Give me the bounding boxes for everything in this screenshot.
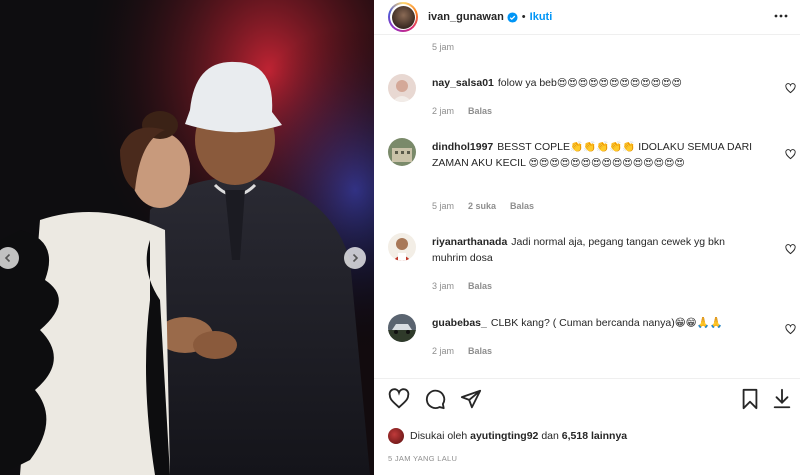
comment-text-block: guabebas_ CLBK kang? ( Cuman bercanda nan… — [432, 315, 762, 331]
comment-emoji: 😍😍😍😍😍😍😍😍😍😍😍😍😍😍😍 — [528, 158, 685, 169]
comment-time: 3 jam — [432, 281, 455, 291]
post-actions — [388, 388, 482, 415]
commenter-avatar[interactable] — [388, 314, 416, 342]
commenter-avatar[interactable] — [388, 138, 416, 166]
heart-icon[interactable] — [785, 147, 796, 165]
comment-time: 2 jam — [432, 106, 455, 116]
actions-divider — [374, 378, 800, 379]
reply-button[interactable]: Balas — [510, 201, 534, 211]
likes-connector: dan — [541, 430, 559, 442]
comment-meta: 2 jam Balas — [432, 106, 492, 116]
comment-text: CLBK kang? ( Cuman bercanda nanya)😁😁🙏🙏 — [490, 317, 723, 329]
reply-button[interactable]: Balas — [468, 346, 492, 356]
liker-avatar[interactable] — [388, 428, 404, 444]
chevron-right-icon — [352, 253, 359, 263]
post-timestamp: 5 JAM YANG LALU — [388, 454, 458, 463]
heart-icon[interactable] — [785, 242, 796, 260]
comment-text-block: nay_salsa01 folow ya beb😍😍😍😍😍😍😍😍😍😍😍😍 — [432, 75, 762, 92]
follow-button[interactable]: Ikuti — [530, 11, 553, 23]
author-username[interactable]: ivan_gunawan — [428, 11, 504, 23]
comment-username[interactable]: riyanarthanada — [432, 236, 507, 248]
reply-button[interactable]: Balas — [468, 106, 492, 116]
liker-username[interactable]: ayutingting92 — [470, 430, 538, 442]
reply-button[interactable]: Balas — [468, 281, 492, 291]
heart-icon[interactable] — [785, 81, 796, 99]
more-options-icon[interactable] — [774, 9, 788, 28]
verified-badge-icon — [507, 11, 518, 23]
comment-text-block: riyanarthanada Jadi normal aja, pegang ta… — [432, 234, 762, 266]
photo-next-button[interactable] — [344, 247, 366, 269]
likes-summary: Disukai oleh ayutingting92 dan 6,518 lai… — [388, 428, 627, 444]
comment-icon[interactable] — [424, 388, 446, 415]
comment-username[interactable]: nay_salsa01 — [432, 77, 494, 89]
comment-meta: 2 jam Balas — [432, 346, 492, 356]
comment-username[interactable]: guabebas_ — [432, 317, 487, 329]
share-icon[interactable] — [460, 388, 482, 415]
comment-time: 5 jam — [432, 201, 455, 211]
comment-meta: 3 jam Balas — [432, 281, 492, 291]
caption-time: 5 jam — [432, 42, 455, 52]
likes-prefix: Disukai oleh — [410, 430, 468, 442]
post-header: ivan_gunawan • Ikuti — [374, 0, 800, 34]
comment-text-block: dindhol1997 BESST COPLE👏👏👏👏👏 IDOLAKU SEMU… — [432, 139, 762, 172]
bookmark-icon[interactable] — [740, 388, 760, 415]
comment-text: folow ya beb — [497, 77, 557, 89]
heart-icon[interactable] — [785, 322, 796, 340]
commenter-avatar[interactable] — [388, 74, 416, 102]
post-panel: ivan_gunawan • Ikuti 5 jam nay_salsa01 fo… — [374, 0, 800, 475]
author-avatar[interactable] — [388, 2, 418, 32]
download-icon[interactable] — [772, 388, 792, 415]
comment-meta: 5 jam 2 suka Balas — [432, 201, 534, 211]
comment-emoji: 😍😍😍😍😍😍😍😍😍😍😍😍 — [556, 78, 682, 89]
likes-count[interactable]: 6,518 lainnya — [562, 430, 627, 442]
header-divider — [374, 34, 800, 35]
chevron-left-icon — [4, 253, 11, 263]
comment-username[interactable]: dindhol1997 — [432, 141, 493, 153]
commenter-avatar[interactable] — [388, 233, 416, 261]
separator-dot: • — [521, 11, 526, 23]
like-heart-icon[interactable] — [388, 388, 410, 415]
photo-image — [0, 0, 374, 475]
comment-likes[interactable]: 2 suka — [468, 201, 496, 211]
comment-time: 2 jam — [432, 346, 455, 356]
post-photo[interactable] — [0, 0, 374, 475]
